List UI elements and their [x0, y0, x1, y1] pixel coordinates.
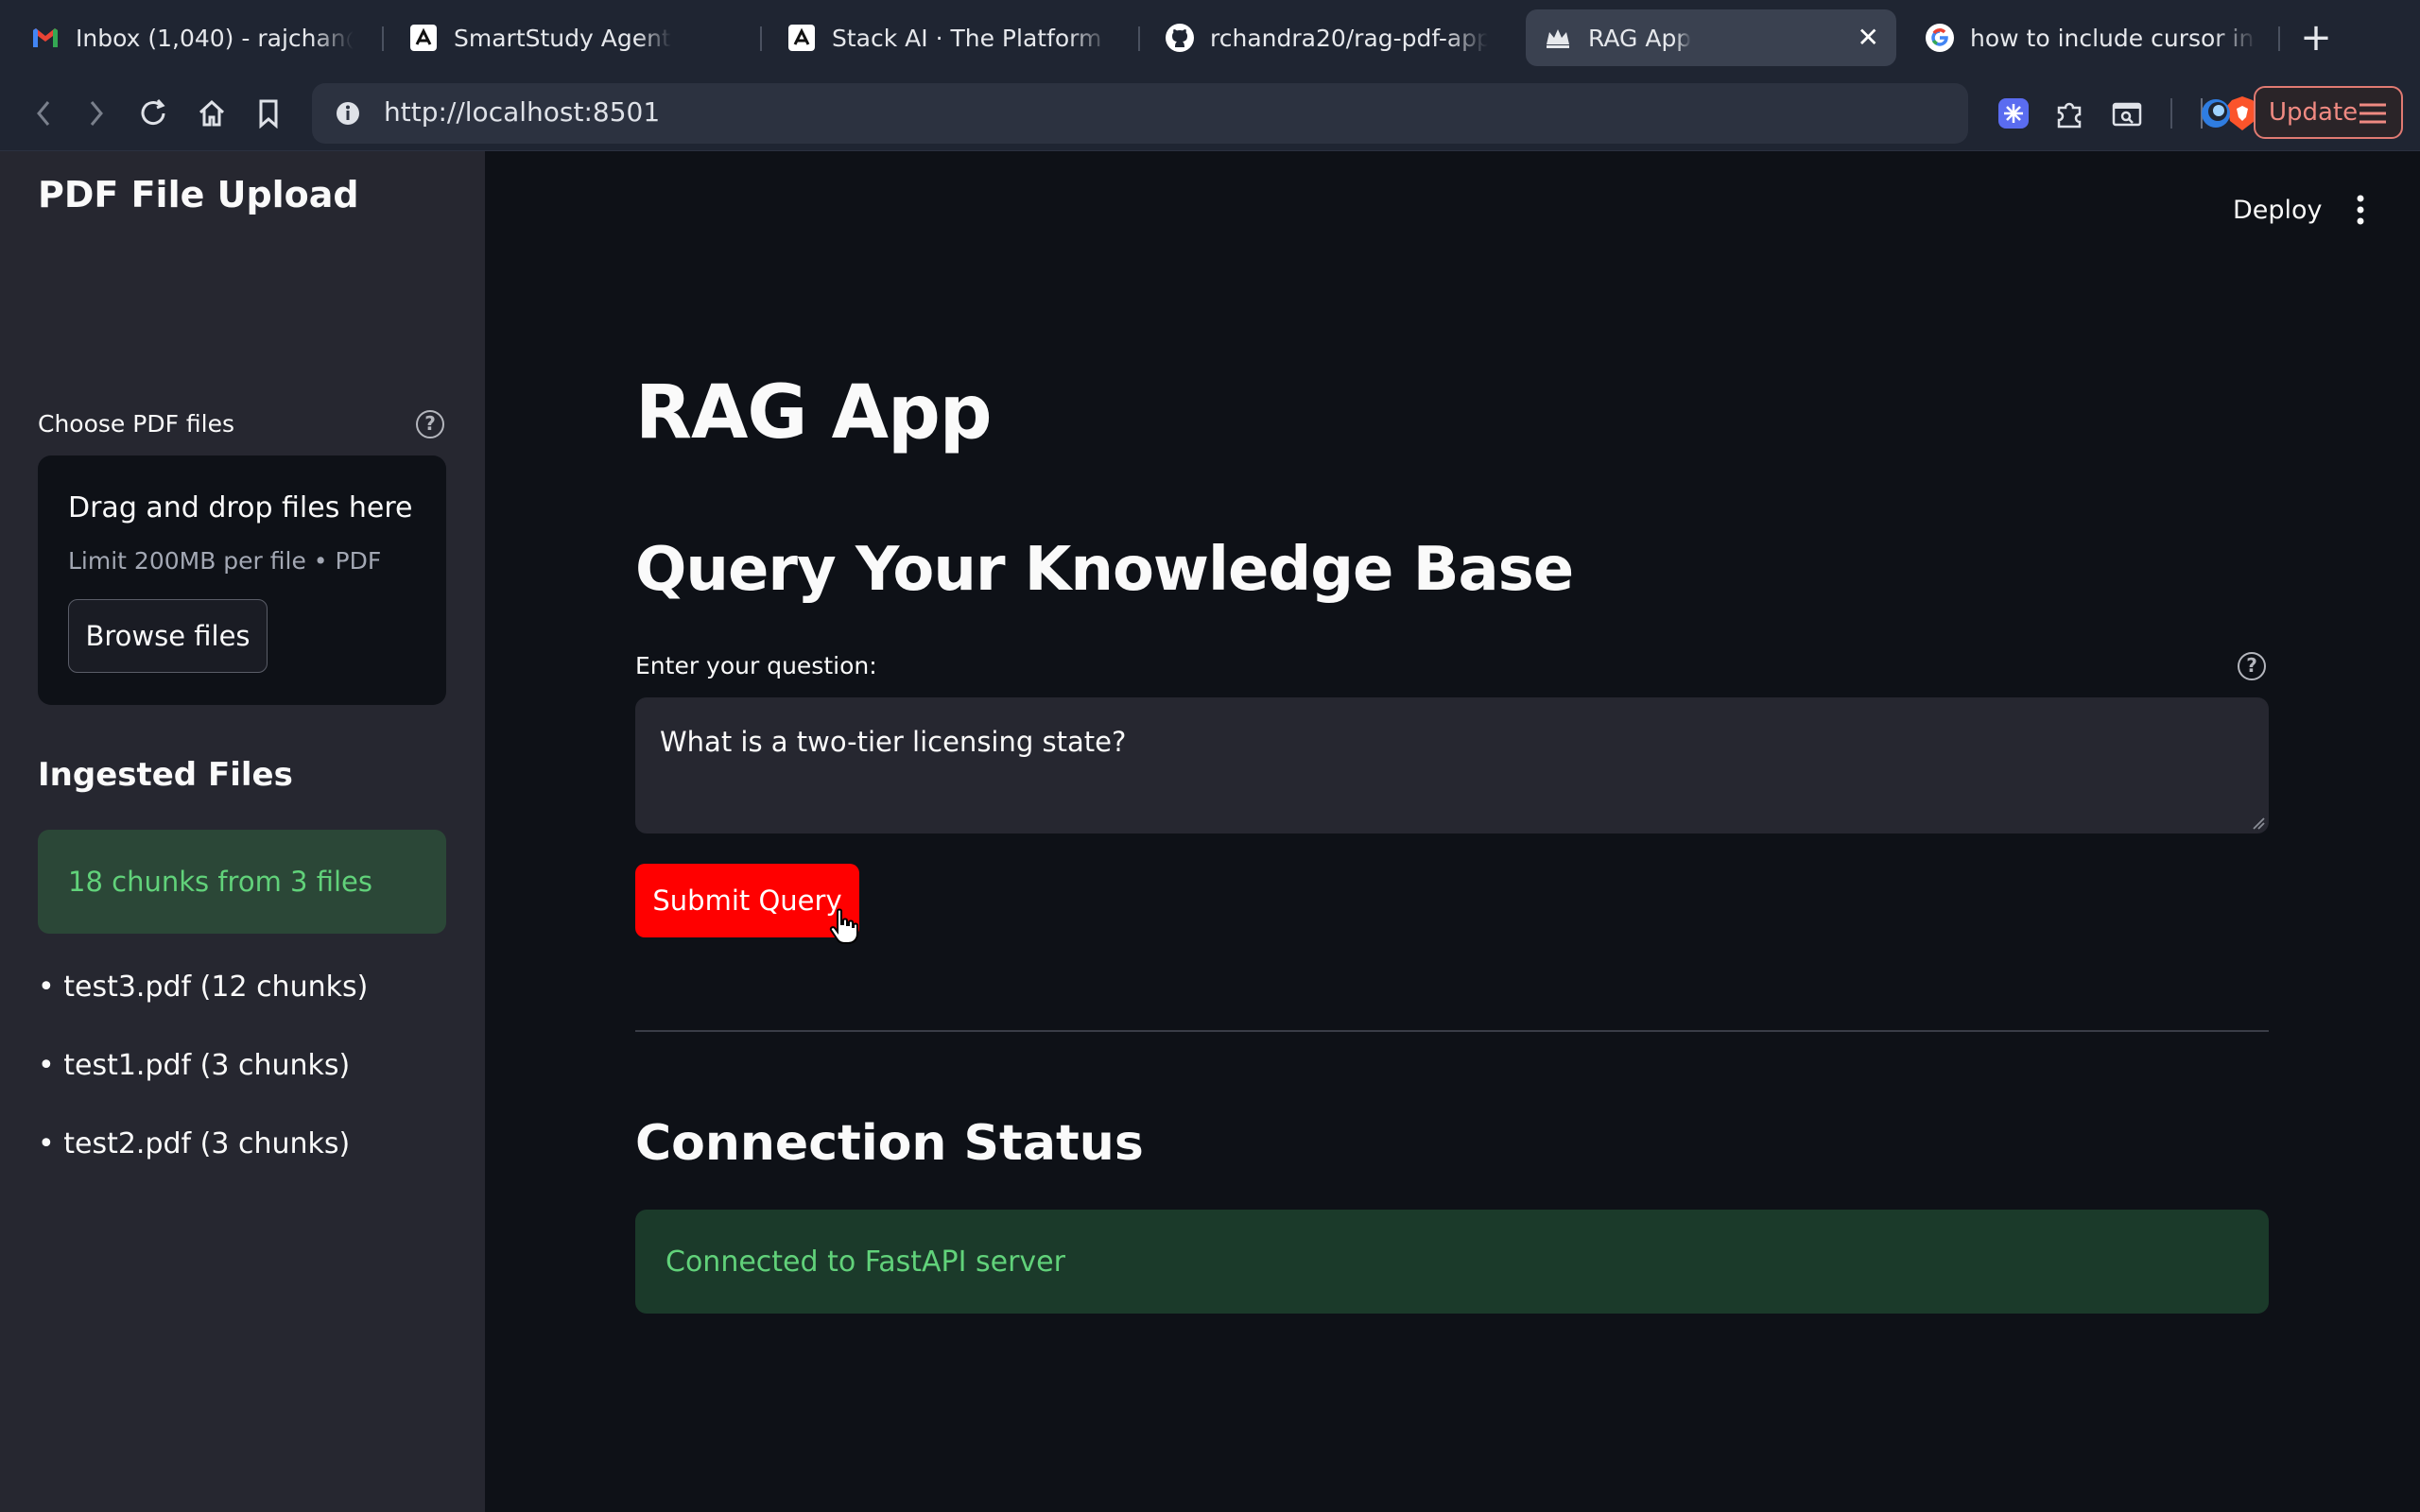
uploader-label: Choose PDF files [38, 410, 234, 438]
menu-icon [2360, 103, 2386, 124]
dropzone-title: Drag and drop files here [68, 491, 413, 524]
question-label: Enter your question: [635, 652, 877, 679]
back-icon[interactable] [25, 94, 62, 132]
close-icon[interactable]: ✕ [1858, 23, 1879, 53]
home-icon[interactable] [193, 94, 231, 132]
hand-cursor-icon [829, 908, 858, 944]
bookmark-icon[interactable] [250, 94, 287, 132]
update-button[interactable]: Update [2254, 86, 2403, 139]
tab-smartstudy[interactable]: SmartStudy Agent [391, 9, 749, 66]
tab-rag-app[interactable]: RAG App ✕ [1526, 9, 1896, 66]
update-label: Update [2269, 98, 2359, 127]
stackai-icon [786, 23, 817, 53]
help-icon[interactable]: ? [416, 410, 444, 438]
page-title: RAG App [635, 370, 993, 455]
tab-title: rchandra20/rag-pdf-app [1210, 24, 1488, 52]
question-input[interactable]: What is a two-tier licensing state? [635, 697, 2269, 833]
ingest-summary-alert: 18 chunks from 3 files [38, 830, 446, 934]
connection-status-alert: Connected to FastAPI server [635, 1210, 2269, 1314]
help-icon[interactable]: ? [2238, 652, 2266, 680]
url-text[interactable]: http://localhost:8501 [384, 96, 660, 128]
profile-icon[interactable] [2197, 94, 2235, 132]
browser-tab-bar: Inbox (1,040) - rajchan@ur SmartStudy Ag… [0, 0, 2420, 76]
tab-google[interactable]: how to include cursor in m [1908, 9, 2274, 66]
extension-icon[interactable] [1995, 94, 2032, 132]
tab-title: SmartStudy Agent [454, 24, 671, 52]
deploy-button[interactable]: Deploy [2233, 196, 2323, 225]
tab-separator [382, 26, 384, 51]
forward-icon[interactable] [78, 94, 115, 132]
address-bar[interactable]: http://localhost:8501 [312, 83, 2257, 144]
google-icon [1925, 23, 1955, 53]
divider [2170, 98, 2172, 129]
site-info-icon[interactable] [333, 98, 363, 129]
tab-separator [760, 26, 762, 51]
gmail-icon [30, 23, 60, 53]
tab-title: Inbox (1,040) - rajchan@ur [76, 24, 354, 52]
tab-separator [1138, 26, 1140, 51]
browse-files-button[interactable]: Browse files [68, 599, 268, 673]
more-options-icon[interactable] [2346, 193, 2375, 227]
github-icon [1165, 23, 1195, 53]
resize-handle-icon[interactable] [2252, 816, 2265, 830]
streamlit-icon [1543, 23, 1573, 53]
divider [635, 1030, 2269, 1032]
file-dropzone[interactable]: Drag and drop files here Limit 200MB per… [38, 455, 446, 705]
tab-inbox[interactable]: Inbox (1,040) - rajchan@ur [13, 9, 371, 66]
stackai-icon [408, 23, 439, 53]
new-tab-button[interactable]: + [2295, 17, 2337, 59]
puzzle-icon[interactable] [2051, 94, 2089, 132]
screenshot-search-icon[interactable] [2108, 94, 2146, 132]
dropzone-limit-text: Limit 200MB per file • PDF [68, 547, 382, 575]
list-item: • test3.pdf (12 chunks) [38, 971, 369, 1004]
tab-separator [2278, 26, 2280, 51]
tab-title: how to include cursor in m [1970, 24, 2257, 52]
list-item: • test2.pdf (3 chunks) [38, 1127, 351, 1160]
reload-icon[interactable] [134, 94, 172, 132]
section-heading-connection: Connection Status [635, 1115, 1144, 1172]
tab-github[interactable]: rchandra20/rag-pdf-app [1148, 9, 1505, 66]
ingested-files-heading: Ingested Files [38, 756, 293, 794]
section-heading-query: Query Your Knowledge Base [635, 535, 1574, 605]
tab-stack-ai[interactable]: Stack AI · The Platform for [769, 9, 1127, 66]
tab-title: Stack AI · The Platform for [832, 24, 1110, 52]
sidebar-title: PDF File Upload [38, 174, 359, 215]
list-item: • test1.pdf (3 chunks) [38, 1049, 351, 1082]
submit-query-button[interactable]: Submit Query [635, 864, 859, 937]
tab-title: RAG App [1588, 24, 1692, 52]
